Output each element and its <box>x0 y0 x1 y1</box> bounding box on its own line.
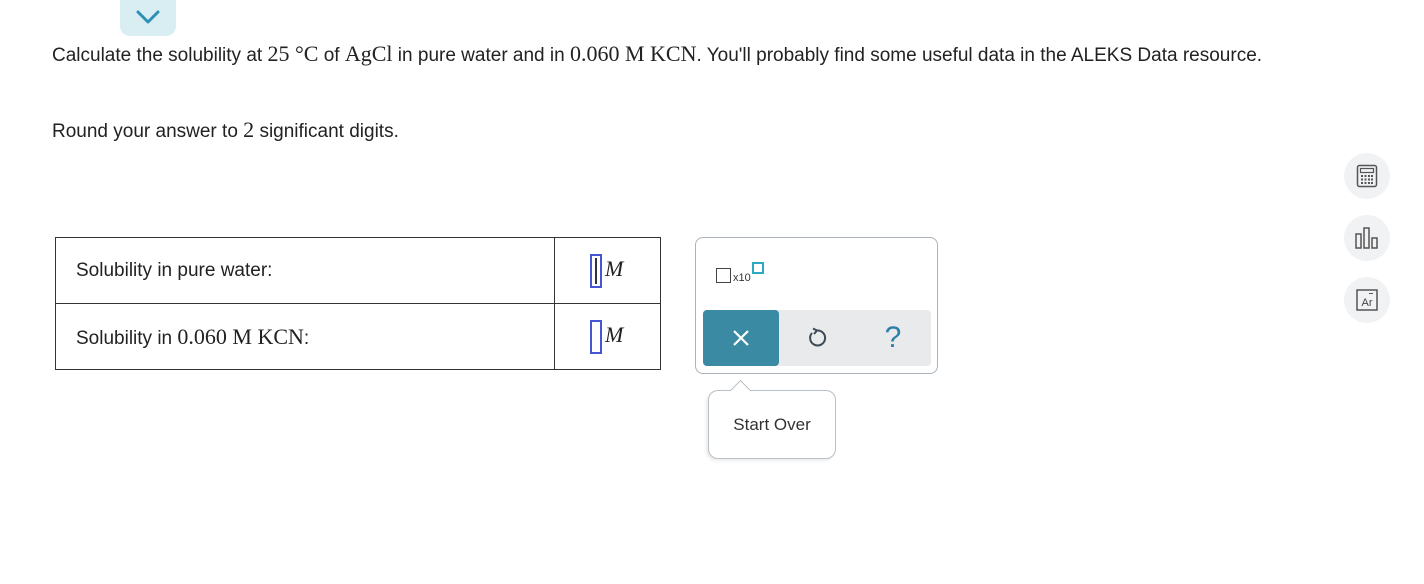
tooltip-text: Start Over <box>733 414 811 434</box>
row-label-text: Solubility in pure water: <box>76 259 273 281</box>
tooltip-arrow <box>729 379 752 402</box>
collapse-toggle-button[interactable] <box>120 0 176 36</box>
row-label-kcn: Solubility in 0.060 M KCN: <box>55 303 555 370</box>
answer-keypad: x10 ? <box>695 237 938 374</box>
help-button[interactable]: ? <box>879 318 907 358</box>
unit-label: M <box>605 255 624 281</box>
keypad-action-bar: ? <box>703 310 931 366</box>
round-prefix: Round your answer to <box>52 121 244 142</box>
answer-table: Solubility in pure water: M Solubility i… <box>55 237 661 370</box>
clear-button[interactable] <box>703 310 779 366</box>
row-label-suffix: : <box>303 327 310 349</box>
prompt-text-4: . You'll probably find some useful data … <box>696 45 1263 66</box>
temperature-value: 25 °C <box>267 41 319 66</box>
answer-input-pure-water[interactable] <box>590 253 602 288</box>
chart-icon <box>1355 227 1378 249</box>
exponent-box-icon <box>752 262 764 274</box>
row-label-math: 0.060 M KCN <box>177 323 304 349</box>
row-label-text: Solubility in <box>76 327 178 349</box>
calculator-icon <box>1356 164 1378 188</box>
scientific-notation-button[interactable]: x10 <box>716 262 764 290</box>
x10-label: x10 <box>733 272 751 284</box>
periodic-table-icon: Ar <box>1356 289 1378 311</box>
undo-icon <box>809 327 827 347</box>
prompt-text-3: in pure water and in <box>392 45 570 66</box>
data-chart-button[interactable] <box>1344 215 1390 261</box>
question-prompt: Calculate the solubility at 25 °C of AgC… <box>52 40 1292 70</box>
prompt-text-2: of <box>318 45 345 66</box>
undo-button[interactable] <box>803 324 831 352</box>
close-icon <box>733 330 749 346</box>
answer-cell-pure-water: M <box>554 237 661 304</box>
rounding-instruction: Round your answer to 2 significant digit… <box>52 116 399 146</box>
compound-formula: AgCl <box>344 41 393 66</box>
prompt-text-1: Calculate the solubility at <box>52 45 268 66</box>
unit-label: M <box>605 321 624 347</box>
base-box-icon <box>716 268 731 283</box>
start-over-tooltip: Start Over <box>708 379 836 459</box>
digits-count: 2 <box>243 117 255 142</box>
periodic-symbol: Ar <box>1362 297 1373 309</box>
calculator-button[interactable] <box>1344 153 1390 199</box>
table-row: Solubility in pure water: M <box>55 237 661 304</box>
row-label-pure-water: Solubility in pure water: <box>55 237 555 304</box>
round-suffix: significant digits. <box>254 121 399 142</box>
periodic-table-button[interactable]: Ar <box>1344 277 1390 323</box>
table-row: Solubility in 0.060 M KCN: M <box>55 303 661 370</box>
solution-concentration: 0.060 M KCN <box>569 41 697 66</box>
answer-input-kcn[interactable] <box>590 319 602 354</box>
answer-cell-kcn: M <box>554 303 661 370</box>
chevron-down-icon <box>136 10 160 24</box>
